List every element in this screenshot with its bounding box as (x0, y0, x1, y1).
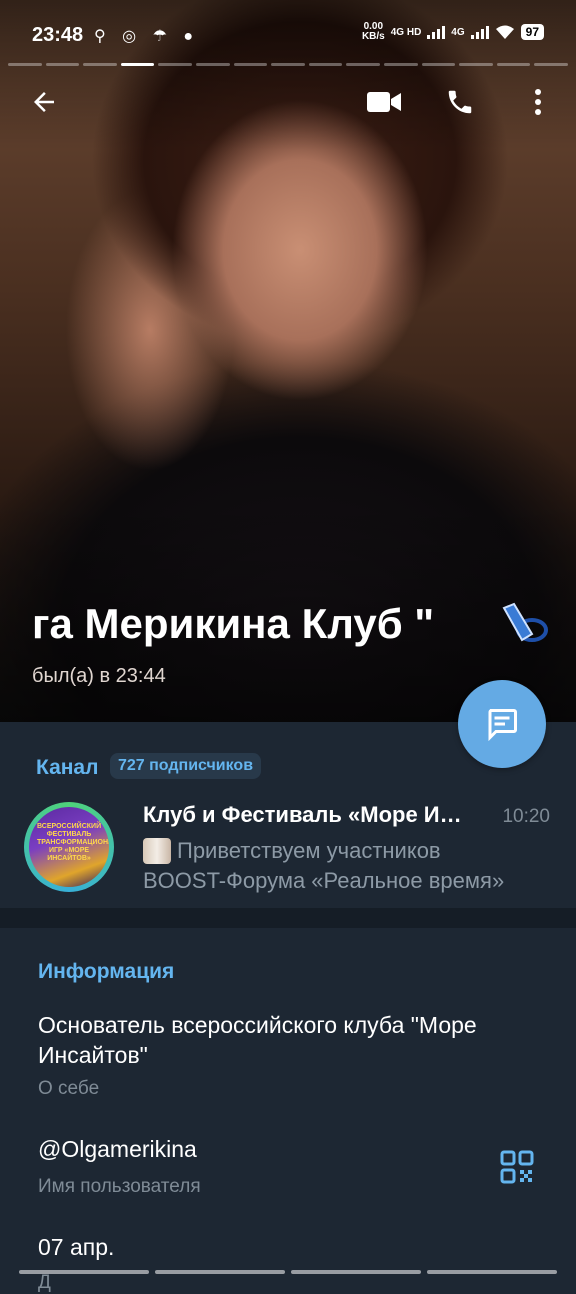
bio-label: О себе (38, 1078, 100, 1099)
telescope-emoji-icon (502, 602, 548, 642)
channel-message-preview: Приветствуем участников (143, 838, 441, 864)
video-call-button[interactable] (360, 78, 408, 126)
signal-icon-2 (470, 25, 489, 39)
channel-avatar[interactable]: ВСЕРОССИЙСКИЙ ФЕСТИВАЛЬ ТРАНСФОРМАЦИОННЫ… (24, 802, 114, 892)
gesture-navigation-bar (0, 1270, 576, 1280)
call-button[interactable] (436, 78, 484, 126)
last-seen-status: был(а) в 23:44 (32, 665, 166, 687)
status-bar: 23:48 ⚲ ◎ ☂ ● 0.00 KB/s 4G HD 4G 97 (0, 0, 576, 66)
network-type-2: 4G (451, 26, 465, 38)
status-right: 0.00 KB/s 4G HD 4G 97 (362, 22, 544, 42)
phone-icon (448, 90, 472, 114)
status-time: 23:48 (32, 24, 84, 46)
qr-code-icon[interactable] (500, 1150, 534, 1184)
more-options-button[interactable] (514, 78, 562, 126)
more-vertical-icon (535, 89, 541, 115)
back-arrow-icon (34, 92, 54, 112)
network-type-1: 4G HD (390, 26, 422, 38)
birthday: 07 апр. (38, 1234, 115, 1260)
username[interactable]: @Olgamerikina (38, 1136, 197, 1163)
message-fab-button[interactable] (458, 680, 546, 768)
message-icon (488, 709, 517, 742)
info-section: Информация Основатель всероссийского клу… (0, 928, 576, 1293)
bio-text[interactable]: Основатель всероссийского клуба "Море Ин… (38, 1010, 518, 1070)
username-label: Имя пользователя (38, 1176, 201, 1197)
notification-icons: ⚲ ◎ ☂ ● (94, 28, 200, 45)
message-thumbnail (143, 838, 171, 864)
channel-title: Клуб и Фестиваль «Море Инсайтов» (143, 802, 473, 827)
video-call-icon (367, 92, 401, 112)
profile-name: га Мерикина Клуб " (32, 600, 435, 647)
back-button[interactable] (20, 78, 68, 126)
info-heading: Информация (38, 960, 175, 983)
toolbar (0, 78, 576, 128)
signal-icon (427, 25, 446, 39)
channel-message-time: 10:20 (502, 806, 550, 827)
wifi-icon (495, 25, 514, 39)
photo-progress (8, 63, 568, 66)
battery-indicator: 97 (520, 24, 544, 40)
subscriber-count-badge: 727 подписчиков (110, 753, 262, 779)
network-speed: 0.00 KB/s (361, 21, 385, 42)
channel-message-preview-line2: BOOST-Форума «Реальное время» (143, 868, 505, 893)
section-divider (0, 908, 576, 928)
channel-label: Канал (36, 756, 99, 779)
